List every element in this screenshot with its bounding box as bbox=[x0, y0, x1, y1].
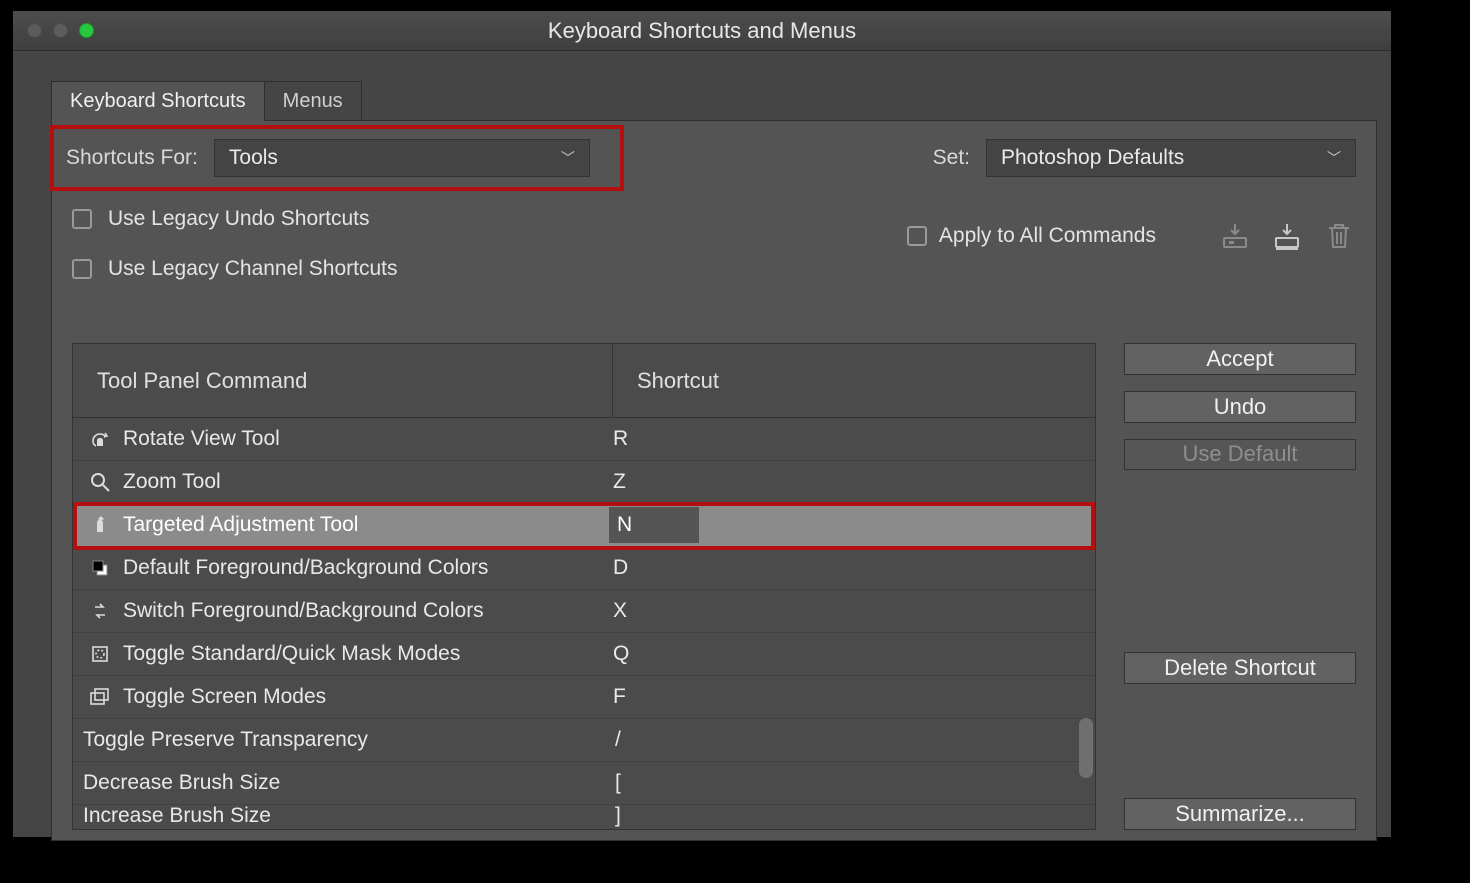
row-shortcut: F bbox=[609, 685, 626, 709]
set-value: Photoshop Defaults bbox=[1001, 146, 1184, 170]
row-name: Targeted Adjustment Tool bbox=[117, 513, 609, 537]
table-header: Tool Panel Command Shortcut bbox=[73, 344, 1095, 418]
row-name: Increase Brush Size bbox=[79, 805, 611, 827]
row-name: Switch Foreground/Background Colors bbox=[117, 599, 609, 623]
table-row[interactable]: Toggle Preserve Transparency / bbox=[73, 719, 1095, 762]
titlebar: Keyboard Shortcuts and Menus bbox=[13, 11, 1391, 51]
table-row[interactable]: Zoom Tool Z bbox=[73, 461, 1095, 504]
row-name: Decrease Brush Size bbox=[79, 771, 611, 795]
table-row[interactable]: Switch Foreground/Background Colors X bbox=[73, 590, 1095, 633]
quick-mask-icon bbox=[83, 644, 117, 664]
col-shortcut: Shortcut bbox=[613, 368, 719, 394]
targeted-adjustment-icon bbox=[83, 514, 117, 536]
dialog-window: Keyboard Shortcuts and Menus Keyboard Sh… bbox=[12, 10, 1392, 838]
button-column: Accept Undo Use Default Delete Shortcut … bbox=[1124, 343, 1356, 830]
set-label: Set: bbox=[933, 146, 970, 170]
window-title: Keyboard Shortcuts and Menus bbox=[13, 18, 1391, 44]
undo-button[interactable]: Undo bbox=[1124, 391, 1356, 423]
table-row-selected[interactable]: Targeted Adjustment Tool N bbox=[73, 504, 1095, 547]
tab-bar: Keyboard Shortcuts Menus bbox=[51, 81, 1377, 121]
table-row[interactable]: Decrease Brush Size [ bbox=[73, 762, 1095, 805]
legacy-channel-checkbox[interactable] bbox=[72, 259, 92, 279]
switch-colors-icon bbox=[83, 601, 117, 621]
rotate-view-icon bbox=[83, 428, 117, 450]
table-row[interactable]: Default Foreground/Background Colors D bbox=[73, 547, 1095, 590]
row-shortcut: Z bbox=[609, 470, 626, 494]
apply-all-row: Apply to All Commands bbox=[907, 224, 1156, 248]
apply-all-label: Apply to All Commands bbox=[939, 224, 1156, 248]
shortcuts-for-value: Tools bbox=[229, 146, 278, 170]
row-name: Default Foreground/Background Colors bbox=[117, 556, 609, 580]
row-shortcut: ] bbox=[611, 805, 621, 827]
row-shortcut: / bbox=[611, 728, 621, 752]
apply-all-checkbox[interactable] bbox=[907, 226, 927, 246]
legacy-channel-row: Use Legacy Channel Shortcuts bbox=[72, 257, 398, 281]
legacy-undo-label: Use Legacy Undo Shortcuts bbox=[108, 207, 369, 231]
dialog-content: Keyboard Shortcuts Menus Shortcuts For: … bbox=[51, 81, 1377, 837]
row-name: Toggle Preserve Transparency bbox=[79, 728, 611, 752]
row-shortcut: D bbox=[609, 556, 628, 580]
shortcuts-for-select[interactable]: Tools ﹀ bbox=[214, 139, 590, 177]
default-colors-icon bbox=[83, 558, 117, 578]
row-name: Toggle Standard/Quick Mask Modes bbox=[117, 642, 609, 666]
row-shortcut: [ bbox=[611, 771, 621, 795]
row-name: Toggle Screen Modes bbox=[117, 685, 609, 709]
save-set-icon[interactable] bbox=[1218, 219, 1252, 253]
table-scrollbar[interactable] bbox=[1079, 718, 1093, 778]
chevron-down-icon: ﹀ bbox=[1327, 148, 1341, 168]
delete-shortcut-button[interactable]: Delete Shortcut bbox=[1124, 652, 1356, 684]
legacy-undo-row: Use Legacy Undo Shortcuts bbox=[72, 207, 369, 231]
chevron-down-icon: ﹀ bbox=[561, 148, 575, 168]
row-name: Zoom Tool bbox=[117, 470, 609, 494]
tab-panel: Shortcuts For: Tools ﹀ Set: Photoshop De… bbox=[51, 121, 1377, 841]
row-shortcut: Q bbox=[609, 642, 629, 666]
trash-icon[interactable] bbox=[1322, 219, 1356, 253]
use-default-button[interactable]: Use Default bbox=[1124, 439, 1356, 471]
shortcut-table: Tool Panel Command Shortcut Rotate View … bbox=[72, 343, 1096, 830]
shortcuts-for-group-highlight: Shortcuts For: Tools ﹀ bbox=[52, 127, 622, 189]
row-shortcut: R bbox=[609, 427, 628, 451]
legacy-undo-checkbox[interactable] bbox=[72, 209, 92, 229]
zoom-icon bbox=[83, 471, 117, 493]
new-set-icon[interactable] bbox=[1270, 219, 1304, 253]
legacy-channel-label: Use Legacy Channel Shortcuts bbox=[108, 257, 398, 281]
shortcuts-for-label: Shortcuts For: bbox=[66, 146, 198, 170]
table-row[interactable]: Toggle Screen Modes F bbox=[73, 676, 1095, 719]
right-controls: Apply to All Commands bbox=[907, 219, 1356, 253]
screen-modes-icon bbox=[83, 687, 117, 707]
table-row[interactable]: Toggle Standard/Quick Mask Modes Q bbox=[73, 633, 1095, 676]
set-select[interactable]: Photoshop Defaults ﹀ bbox=[986, 139, 1356, 177]
set-group: Set: Photoshop Defaults ﹀ bbox=[933, 139, 1356, 177]
table-body[interactable]: Rotate View Tool R Zoom Tool Z bbox=[73, 418, 1095, 829]
col-command: Tool Panel Command bbox=[73, 344, 613, 417]
tab-menus[interactable]: Menus bbox=[265, 81, 362, 120]
row-name: Rotate View Tool bbox=[117, 427, 609, 451]
table-row[interactable]: Rotate View Tool R bbox=[73, 418, 1095, 461]
summarize-button[interactable]: Summarize... bbox=[1124, 798, 1356, 830]
table-row[interactable]: Increase Brush Size ] bbox=[73, 805, 1095, 827]
main-area: Tool Panel Command Shortcut Rotate View … bbox=[72, 343, 1356, 830]
shortcut-edit-field[interactable]: N bbox=[609, 507, 699, 543]
tab-keyboard-shortcuts[interactable]: Keyboard Shortcuts bbox=[51, 81, 265, 121]
accept-button[interactable]: Accept bbox=[1124, 343, 1356, 375]
row-shortcut: X bbox=[609, 599, 627, 623]
